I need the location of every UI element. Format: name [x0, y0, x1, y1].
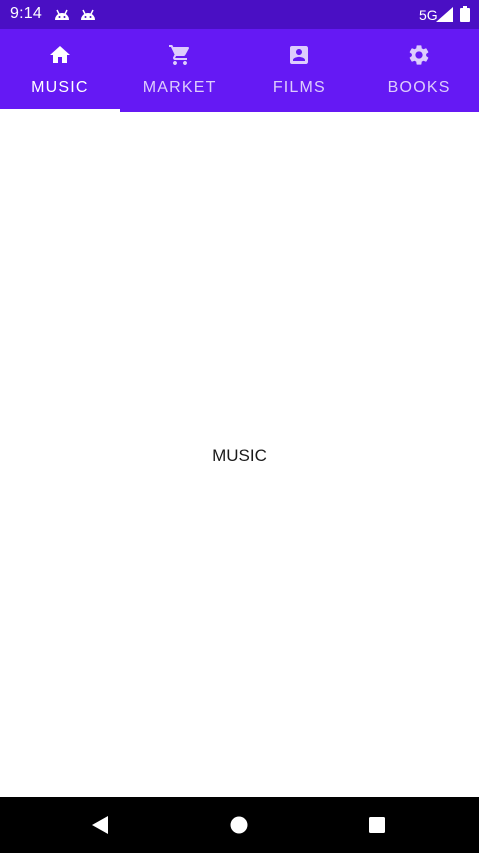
- network-type: 5G: [419, 7, 438, 23]
- back-icon[interactable]: [90, 815, 110, 835]
- tab-label: FILMS: [272, 79, 326, 96]
- page-label: MUSIC: [212, 446, 267, 465]
- status-bar: 9:14 5G: [0, 0, 479, 29]
- status-time: 9:14: [10, 5, 42, 22]
- tab-music[interactable]: MUSIC: [0, 29, 120, 112]
- system-navigation-bar: [0, 797, 479, 853]
- home-circle-icon[interactable]: [229, 815, 249, 835]
- battery-icon: [460, 6, 470, 22]
- android-notification-icon: [53, 8, 71, 21]
- tab-label: BOOKS: [387, 79, 451, 96]
- tab-label: MARKET: [142, 79, 217, 96]
- tab-market[interactable]: MARKET: [120, 29, 240, 112]
- home-icon: [48, 43, 72, 67]
- gear-icon: [407, 43, 431, 67]
- tab-books[interactable]: BOOKS: [359, 29, 479, 112]
- recents-square-icon[interactable]: [367, 815, 387, 835]
- android-notification-icon: [79, 8, 97, 21]
- signal-icon: [436, 7, 453, 22]
- app-screen: 9:14 5G MUSIC MARKET FILMS BOOKS MUSIC: [0, 0, 479, 853]
- tab-films[interactable]: FILMS: [240, 29, 360, 112]
- tab-content: MUSIC: [0, 112, 479, 797]
- contact-card-icon: [287, 43, 311, 67]
- shopping-cart-icon: [168, 43, 192, 67]
- tab-label: MUSIC: [31, 79, 89, 96]
- tab-bar: MUSIC MARKET FILMS BOOKS: [0, 29, 479, 112]
